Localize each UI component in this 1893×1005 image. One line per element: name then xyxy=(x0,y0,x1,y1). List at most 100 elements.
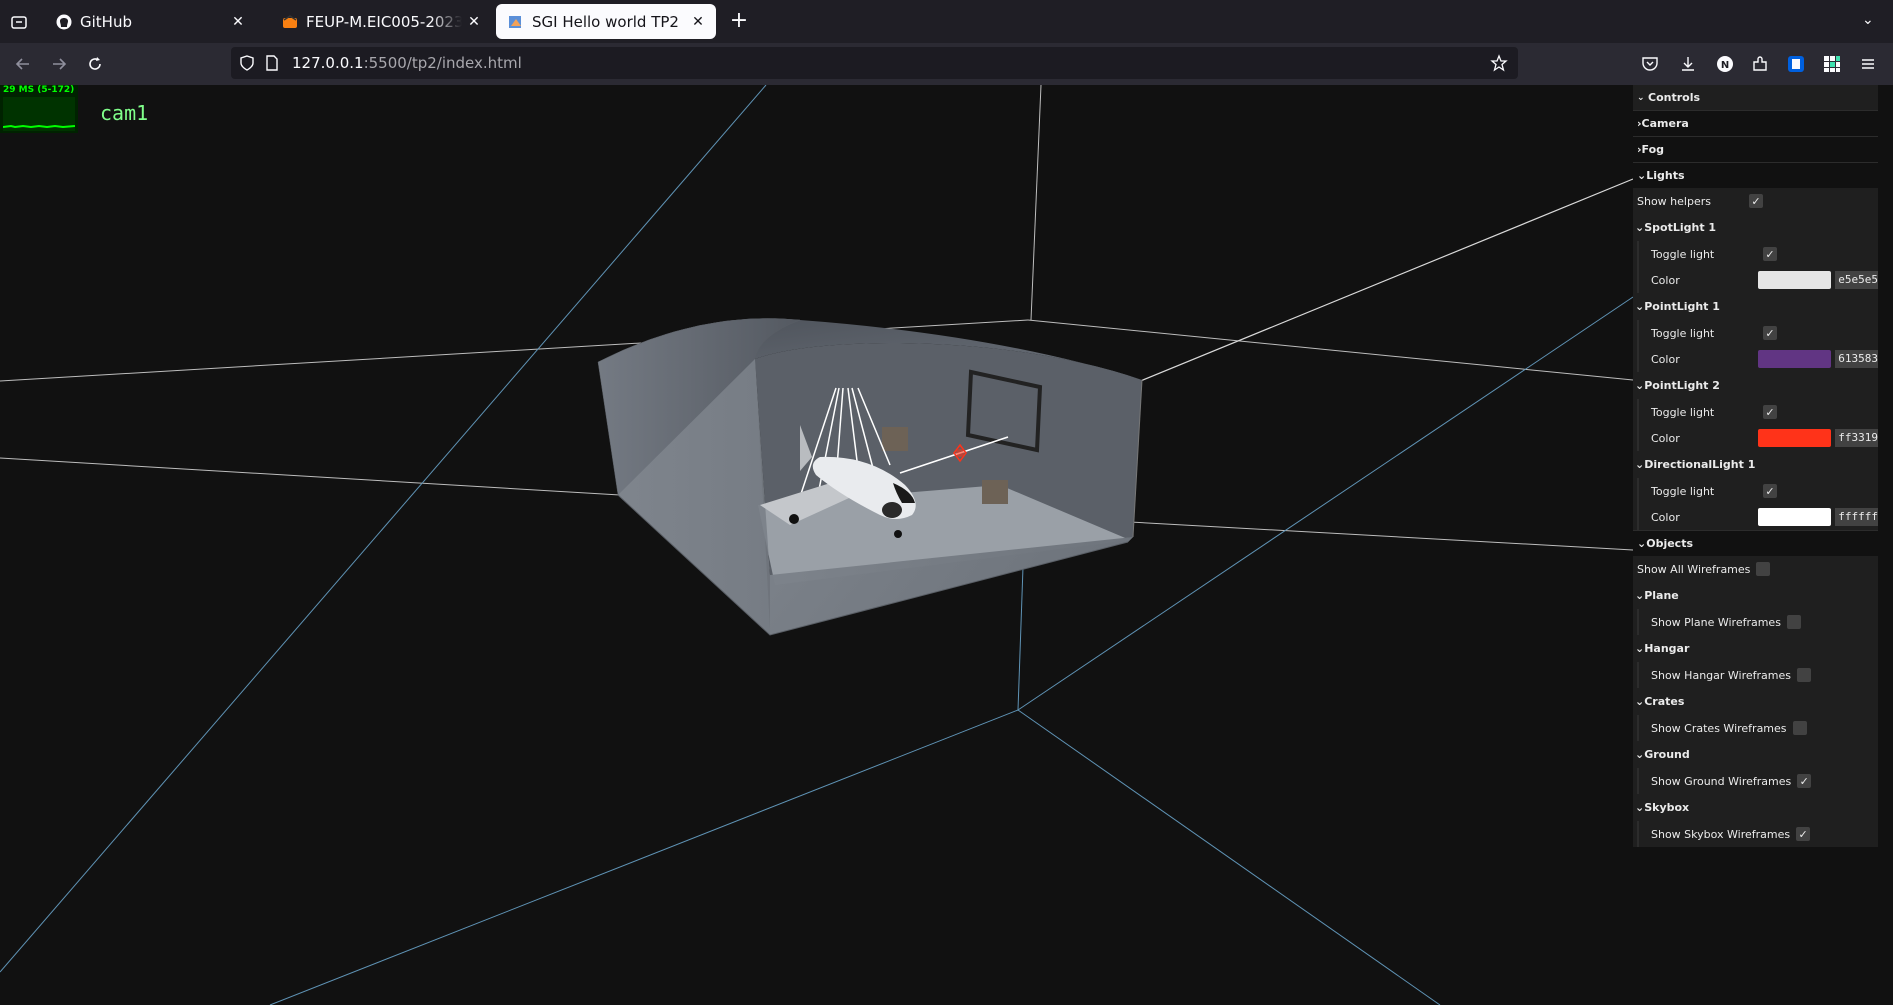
folder-plane[interactable]: ⌄ Plane xyxy=(1633,582,1878,609)
chevron-down-icon: ⌄ xyxy=(1635,221,1645,234)
tab-github[interactable]: GitHub ✕ xyxy=(44,4,256,39)
url-path: :5500/tp2/index.html xyxy=(363,54,522,72)
fps-stats-widget[interactable]: 29 MS (5-172) xyxy=(0,85,78,133)
skybox-wireframe-checkbox[interactable]: ✓ xyxy=(1796,827,1811,841)
scene-canvas[interactable] xyxy=(0,85,1893,1005)
shield-icon[interactable] xyxy=(239,55,255,71)
controls-title-label: Controls xyxy=(1648,91,1701,104)
light-name: SpotLight 1 xyxy=(1644,221,1717,234)
folder-ground[interactable]: ⌄ Ground xyxy=(1633,741,1878,768)
extension-grid-icon[interactable] xyxy=(1822,54,1842,74)
account-icon[interactable]: N xyxy=(1715,54,1735,74)
navigation-bar: 127.0.0.1:5500/tp2/index.html N xyxy=(0,43,1893,85)
color-hex-input[interactable]: e5e5e5 xyxy=(1835,271,1878,289)
show-all-wireframes-checkbox[interactable] xyxy=(1756,562,1771,576)
wireframe-label: Show Hangar Wireframes xyxy=(1651,668,1791,682)
wireframe-label: Show Crates Wireframes xyxy=(1651,721,1787,735)
wireframe-label: Show Ground Wireframes xyxy=(1651,774,1792,788)
folder-objects[interactable]: ⌄ Objects xyxy=(1633,530,1878,556)
show-helpers-row: Show helpers ✓ xyxy=(1633,188,1878,214)
controls-title[interactable]: ⌄ Controls xyxy=(1633,85,1878,110)
color-swatch[interactable] xyxy=(1758,271,1832,289)
color-label: Color xyxy=(1651,352,1680,366)
tab-sgi[interactable]: SGI Hello world TP2 ✕ xyxy=(496,4,716,39)
toggle-light-label: Toggle light xyxy=(1651,405,1715,419)
color-swatch[interactable] xyxy=(1758,429,1832,447)
group-name: Ground xyxy=(1644,748,1690,761)
group-name: Plane xyxy=(1644,589,1679,602)
hangar-wireframe-checkbox[interactable] xyxy=(1797,668,1811,682)
folder-spotlight-1[interactable]: ⌄ SpotLight 1 xyxy=(1633,214,1878,241)
tab-bar: GitHub ✕ FEUP-M.EIC005-2023/2024 ✕ SGI H… xyxy=(0,0,1893,43)
ground-wireframe-checkbox[interactable]: ✓ xyxy=(1797,774,1812,788)
pointlight-1-controls: Toggle light ✓ Color 613583 xyxy=(1637,320,1878,372)
tab-feup[interactable]: FEUP-M.EIC005-2023/2024 ✕ xyxy=(270,4,492,39)
folder-pointlight-2[interactable]: ⌄ PointLight 2 xyxy=(1633,372,1878,399)
chevron-down-icon: ⌄ xyxy=(1635,801,1645,814)
github-icon xyxy=(56,14,72,29)
color-hex-input[interactable]: ff3319 xyxy=(1835,429,1878,447)
folder-lights[interactable]: ⌄ Lights xyxy=(1633,162,1878,188)
folder-pointlight-1[interactable]: ⌄ PointLight 1 xyxy=(1633,293,1878,320)
camera-label: cam1 xyxy=(100,101,149,125)
moodle-icon xyxy=(283,14,297,28)
crates-wireframe-checkbox[interactable] xyxy=(1792,721,1807,735)
toggle-light-checkbox[interactable]: ✓ xyxy=(1763,484,1777,498)
chevron-down-icon: ⌄ xyxy=(1637,92,1645,103)
toggle-light-checkbox[interactable]: ✓ xyxy=(1763,326,1777,340)
chevron-down-icon: ⌄ xyxy=(1637,537,1647,550)
address-bar[interactable]: 127.0.0.1:5500/tp2/index.html xyxy=(231,47,1518,79)
download-icon[interactable] xyxy=(1678,54,1698,74)
forward-button[interactable] xyxy=(47,52,71,76)
close-tab-icon[interactable]: ✕ xyxy=(462,14,486,30)
plane-wireframe-checkbox[interactable] xyxy=(1786,615,1801,629)
toggle-light-checkbox[interactable]: ✓ xyxy=(1763,405,1777,419)
chevron-down-icon[interactable]: ⌄ xyxy=(1862,12,1874,28)
page-icon xyxy=(509,15,521,28)
folder-lights-label: Lights xyxy=(1646,169,1685,182)
webgl-viewport[interactable]: 29 MS (5-172) cam1 ⌄ Controls › Camera ›… xyxy=(0,85,1893,1005)
reload-button[interactable] xyxy=(83,52,107,76)
new-tab-button[interactable]: + xyxy=(726,8,752,34)
pocket-icon[interactable] xyxy=(1640,54,1660,74)
show-all-wireframes-row: Show All Wireframes xyxy=(1633,556,1878,582)
page-info-icon[interactable] xyxy=(265,55,279,71)
controls-panel: ⌄ Controls › Camera › Fog ⌄ Lights Show … xyxy=(1633,85,1878,847)
folder-crates[interactable]: ⌄ Crates xyxy=(1633,688,1878,715)
light-name: DirectionalLight 1 xyxy=(1644,458,1756,471)
toggle-light-checkbox[interactable]: ✓ xyxy=(1763,247,1777,261)
color-hex-input[interactable]: 613583 xyxy=(1835,350,1878,368)
color-swatch[interactable] xyxy=(1758,350,1832,368)
folder-objects-label: Objects xyxy=(1646,537,1694,550)
folder-camera[interactable]: › Camera xyxy=(1633,110,1878,136)
url-host: 127.0.0.1 xyxy=(292,54,364,72)
show-helpers-checkbox[interactable]: ✓ xyxy=(1749,194,1763,208)
menu-icon[interactable] xyxy=(1858,54,1878,74)
show-helpers-label: Show helpers xyxy=(1637,194,1711,208)
bookmark-star-icon[interactable] xyxy=(1490,54,1508,72)
folder-skybox[interactable]: ⌄ Skybox xyxy=(1633,794,1878,821)
close-tab-icon[interactable]: ✕ xyxy=(686,14,710,30)
tab-title: FEUP-M.EIC005-2023/2024 xyxy=(306,12,462,31)
chevron-down-icon: ⌄ xyxy=(1635,379,1645,392)
folder-directionallight-1[interactable]: ⌄ DirectionalLight 1 xyxy=(1633,451,1878,478)
toggle-light-label: Toggle light xyxy=(1651,326,1715,340)
color-label: Color xyxy=(1651,431,1680,445)
tab-list-icon[interactable] xyxy=(8,11,30,33)
url-text[interactable]: 127.0.0.1:5500/tp2/index.html xyxy=(292,54,522,72)
folder-fog[interactable]: › Fog xyxy=(1633,136,1878,162)
color-hex-input[interactable]: ffffff xyxy=(1835,508,1878,526)
stats-text: 29 MS (5-172) xyxy=(3,85,75,95)
folder-hangar[interactable]: ⌄ Hangar xyxy=(1633,635,1878,662)
back-button[interactable] xyxy=(11,52,35,76)
close-tab-icon[interactable]: ✕ xyxy=(226,14,250,30)
wireframe-label: Show Skybox Wireframes xyxy=(1651,827,1791,841)
stats-graph xyxy=(2,97,76,131)
extensions-icon[interactable] xyxy=(1750,54,1770,74)
tab-title: SGI Hello world TP2 xyxy=(532,12,679,31)
extension-blue-icon[interactable] xyxy=(1786,54,1806,74)
back-arrow-icon xyxy=(15,58,29,70)
color-swatch[interactable] xyxy=(1758,508,1832,526)
chevron-down-icon: ⌄ xyxy=(1635,589,1645,602)
pointlight-2-controls: Toggle light ✓ Color ff3319 xyxy=(1637,399,1878,451)
